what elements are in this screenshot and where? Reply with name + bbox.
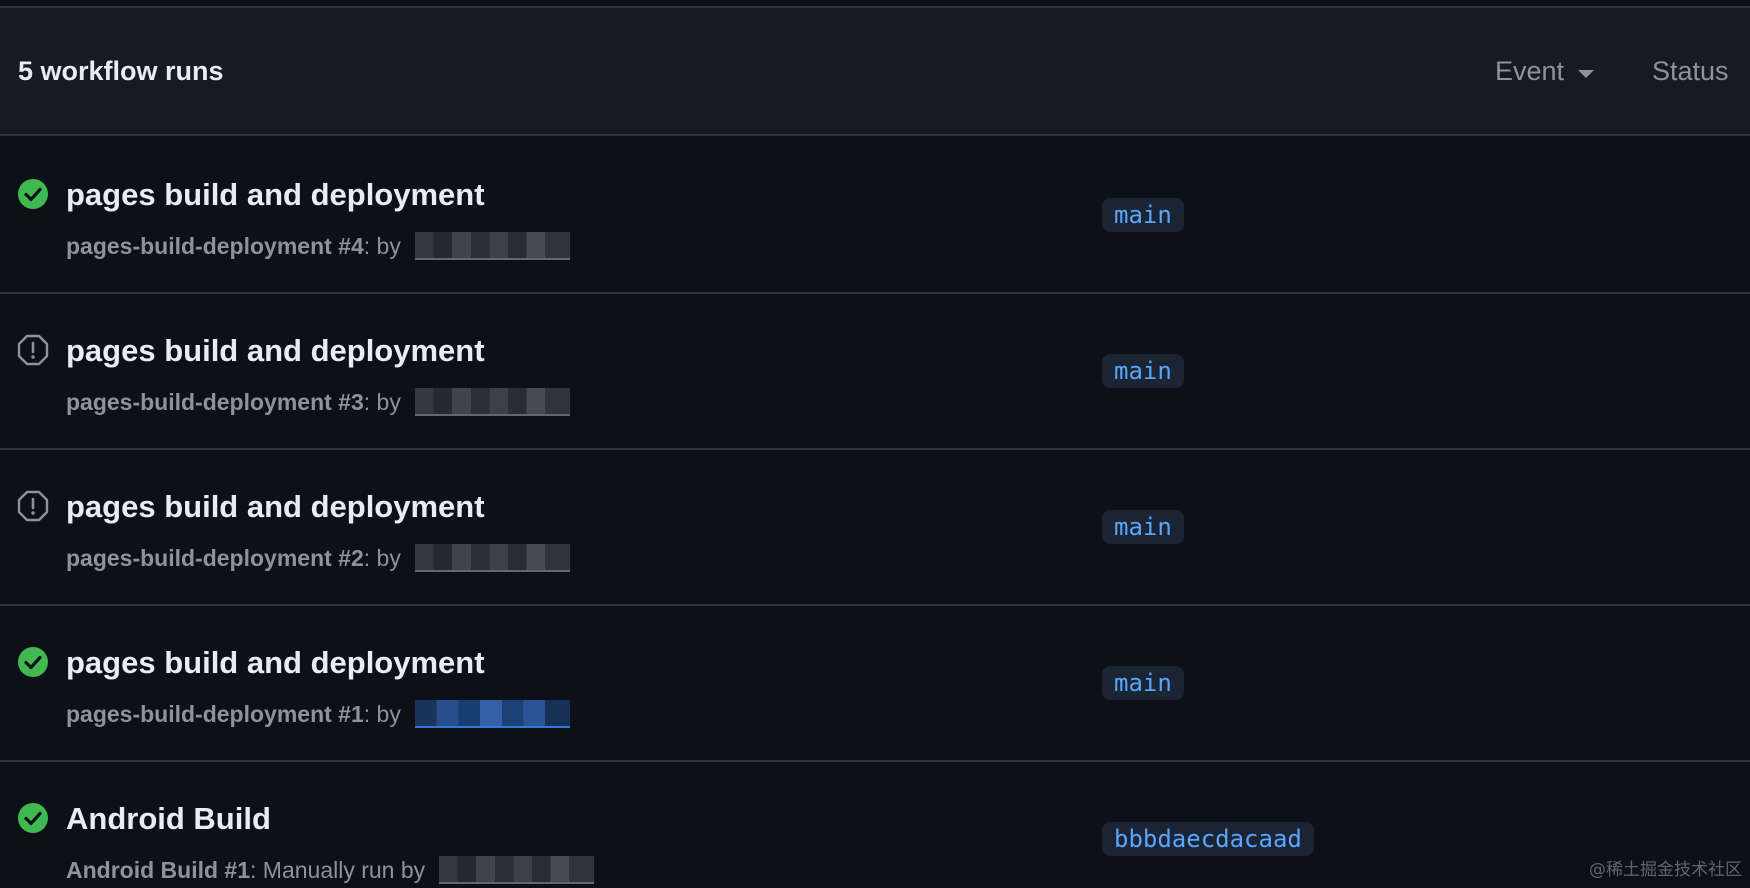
run-title-link[interactable]: Android Build [66, 801, 271, 837]
actor-link-redacted[interactable] [414, 232, 570, 260]
run-workflow-name: pages-build-deployment #3 [66, 388, 364, 415]
workflow-run-row[interactable]: pages build and deployment pages-build-d… [0, 138, 1750, 294]
branch-badge[interactable]: main [1102, 510, 1184, 544]
actor-link-redacted[interactable] [439, 856, 595, 884]
run-title-link[interactable]: pages build and deployment [66, 177, 485, 213]
run-workflow-name: pages-build-deployment #4 [66, 232, 364, 259]
actor-link-redacted[interactable] [414, 544, 570, 572]
run-workflow-name: Android Build #1 [66, 856, 250, 883]
actor-link-redacted[interactable] [414, 700, 570, 728]
workflow-run-row[interactable]: Android Build Android Build #1 : Manuall… [0, 762, 1750, 888]
chevron-down-icon [1578, 69, 1595, 78]
run-meta: pages-build-deployment #1 : by [66, 700, 570, 728]
branch-badge[interactable]: main [1102, 354, 1184, 388]
workflow-run-row[interactable]: pages build and deployment pages-build-d… [0, 294, 1750, 450]
run-meta: pages-build-deployment #2 : by [66, 544, 570, 572]
check-circle-icon [18, 179, 48, 209]
workflow-run-row[interactable]: pages build and deployment pages-build-d… [0, 606, 1750, 762]
workflow-runs-panel: 5 workflow runs Event Status pages build… [0, 0, 1750, 888]
run-trigger-text: : by [363, 388, 401, 415]
status-filter-label: Status [1652, 56, 1729, 86]
status-filter-dropdown[interactable]: Status [1652, 56, 1729, 87]
check-circle-icon [18, 803, 48, 833]
actor-link-redacted[interactable] [414, 388, 570, 416]
event-filter-label: Event [1495, 56, 1565, 86]
run-trigger-text: : by [363, 700, 401, 727]
run-title-link[interactable]: pages build and deployment [66, 333, 485, 369]
watermark-text: @稀土掘金技术社区 [1589, 860, 1742, 880]
branch-badge[interactable]: main [1102, 666, 1184, 700]
runs-count: 5 workflow runs [18, 56, 224, 86]
workflow-run-row[interactable]: pages build and deployment pages-build-d… [0, 450, 1750, 606]
run-title-link[interactable]: pages build and deployment [66, 489, 485, 525]
run-trigger-text: : by [363, 232, 401, 259]
event-filter-dropdown[interactable]: Event [1495, 56, 1595, 87]
runs-header: 5 workflow runs Event Status [0, 8, 1750, 136]
branch-badge[interactable]: bbbdaecdacaad [1102, 822, 1314, 856]
run-meta: pages-build-deployment #4 : by [66, 232, 570, 260]
run-trigger-text: : Manually run by [250, 856, 426, 883]
run-title-link[interactable]: pages build and deployment [66, 645, 485, 681]
run-meta: pages-build-deployment #3 : by [66, 388, 570, 416]
alert-octagon-icon [17, 334, 49, 366]
run-workflow-name: pages-build-deployment #2 [66, 544, 364, 571]
check-circle-icon [18, 647, 48, 677]
run-trigger-text: : by [363, 544, 401, 571]
branch-badge[interactable]: main [1102, 198, 1184, 232]
run-meta: Android Build #1 : Manually run by [66, 856, 595, 884]
run-workflow-name: pages-build-deployment #1 [66, 700, 364, 727]
alert-octagon-icon [17, 490, 49, 522]
